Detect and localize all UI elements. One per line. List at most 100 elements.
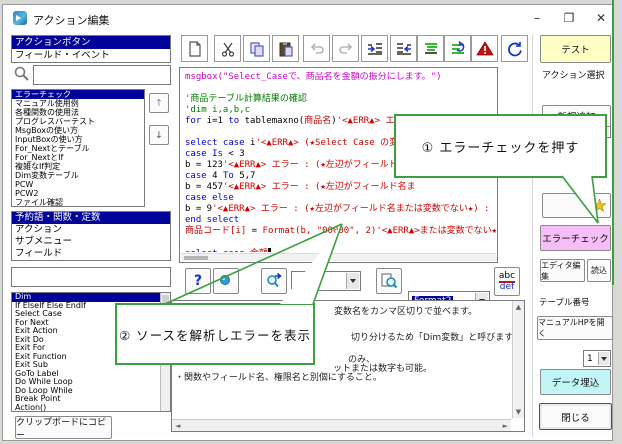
help-v-scrollbar[interactable]: ▲ ▼: [512, 301, 524, 418]
app-window: アクション編集 – ❐ ✕ アクションボタンフィールド・イベント エラーチェック…: [2, 4, 613, 441]
list-item[interactable]: Dim変数テーブル: [12, 171, 144, 180]
editor-h-scrollbar[interactable]: [181, 253, 496, 261]
cut-icon: [220, 41, 236, 57]
minimize-button[interactable]: –: [524, 9, 550, 27]
list-item[interactable]: 各種関数の使用法: [12, 108, 144, 117]
screenshot-stage: アクション編集 – ❐ ✕ アクションボタンフィールド・イベント エラーチェック…: [0, 0, 622, 444]
run-dot-icon: [219, 274, 233, 288]
callout-2: ② ソースを解析しエラーを表示: [115, 303, 315, 365]
list-item[interactable]: Action(): [12, 404, 170, 413]
new-file-button[interactable]: [181, 35, 208, 62]
sample-list[interactable]: エラーチェックマニュアル使用例各種関数の使用法プログレスバーテストMsgBoxの…: [11, 89, 145, 207]
format-source-button[interactable]: [417, 35, 444, 62]
search-input[interactable]: [33, 65, 171, 85]
list-item[interactable]: MsgBoxの使い方: [12, 126, 144, 135]
paste-button[interactable]: [272, 35, 299, 62]
list-item[interactable]: フィールド・イベント: [12, 49, 170, 62]
window-title: アクション編集: [33, 12, 109, 28]
copy-icon: [249, 41, 265, 57]
list-item[interactable]: エラーチェック: [12, 90, 144, 99]
help-h-scrollbar[interactable]: ◄ ►: [172, 419, 511, 431]
error-check-icon: [476, 41, 494, 57]
list-item[interactable]: For_Nextとテーブル: [12, 144, 144, 153]
undo-button[interactable]: [303, 35, 330, 62]
app-icon: [13, 11, 27, 25]
copy-to-clipboard-button[interactable]: クリップボードにコピー: [15, 416, 112, 439]
indent-left-icon: [396, 41, 412, 57]
help-line: 変数名をカンマ区切りで並べます。: [334, 304, 477, 317]
action-type-list[interactable]: アクションボタンフィールド・イベント: [11, 35, 171, 63]
list-item[interactable]: プログレスバーテスト: [12, 117, 144, 126]
def-label: def: [500, 283, 514, 292]
search-word-combo[interactable]: [291, 271, 361, 291]
scroll-right-icon[interactable]: ►: [503, 422, 508, 430]
list-item[interactable]: マニュアル使用例: [12, 99, 144, 108]
help-line: ・関数やフィールド名、権限名と別個にすること。: [175, 370, 382, 383]
paste-icon: [278, 41, 294, 57]
combo-arrow-icon[interactable]: [346, 273, 359, 289]
redo-icon: [338, 41, 354, 57]
maximize-button[interactable]: ❐: [556, 9, 582, 27]
action-select-label: アクション選択: [542, 68, 605, 81]
list-item[interactable]: アクション: [12, 224, 170, 236]
list-item[interactable]: InputBoxの使い方: [12, 135, 144, 144]
move-down-button[interactable]: ↓: [149, 125, 169, 145]
title-bar: アクション編集 – ❐ ✕: [3, 5, 612, 31]
refresh-button[interactable]: [501, 35, 528, 62]
callout-1: ① エラーチェックを押す: [394, 114, 607, 178]
list-item[interactable]: 予約語・関数・定数: [12, 212, 170, 224]
help-button[interactable]: ?: [185, 268, 211, 294]
indent-left-button[interactable]: [390, 35, 417, 62]
close-window-button[interactable]: ✕: [588, 9, 614, 27]
run-button[interactable]: [213, 268, 239, 294]
settings-button[interactable]: [542, 193, 611, 218]
load-button[interactable]: 読込: [587, 259, 611, 282]
list-item[interactable]: アクションボタン: [12, 36, 170, 49]
indent-right-button[interactable]: [361, 35, 388, 62]
doc-search-icon: [380, 272, 398, 290]
search-jump-button[interactable]: [261, 268, 287, 294]
test-button[interactable]: テスト: [540, 35, 611, 63]
indent-right-icon: [367, 41, 383, 57]
close-button[interactable]: 閉じる: [539, 403, 612, 430]
format-source-icon: [423, 41, 439, 57]
search-icon: [13, 65, 31, 83]
refresh-icon: [507, 41, 523, 57]
combo-arrow-icon[interactable]: [598, 352, 609, 365]
list-item[interactable]: フィールド: [12, 248, 170, 260]
reformat-source-icon: [450, 41, 466, 57]
manual-hp-button[interactable]: マニュアルHPを開く: [537, 316, 613, 340]
list-item[interactable]: PCW2: [12, 189, 144, 198]
list-item[interactable]: PCW: [12, 180, 144, 189]
error-check-button[interactable]: エラーチェック: [540, 225, 611, 251]
copy-button[interactable]: [243, 35, 270, 62]
error-check-toolbar-button[interactable]: [471, 35, 498, 62]
category-list[interactable]: 予約語・関数・定数アクションサブメニューフィールド: [11, 211, 171, 261]
list-item[interactable]: 複雑なIf判定: [12, 162, 144, 171]
reformat-source-button[interactable]: [444, 35, 471, 62]
table-number-label: テーブル番号: [539, 296, 590, 308]
table-number-value: 1: [587, 354, 593, 364]
help-line: 切り分けるため「Dim変数」と呼びます。: [351, 330, 521, 343]
doc-search-button[interactable]: [376, 268, 402, 294]
undo-icon: [309, 41, 325, 57]
panel-divider: [532, 35, 533, 437]
table-number-combo[interactable]: 1: [583, 350, 611, 367]
list-item[interactable]: ファイル確認: [12, 198, 144, 207]
move-up-button[interactable]: ↑: [149, 93, 169, 113]
abc-def-convert-button[interactable]: abc def: [494, 267, 520, 296]
scroll-down-icon[interactable]: ▼: [513, 408, 524, 416]
redo-button[interactable]: [332, 35, 359, 62]
scroll-up-icon[interactable]: ▲: [513, 303, 524, 311]
list-item[interactable]: For_NextとIf: [12, 153, 144, 162]
cropped-callout-edge: [612, 0, 614, 285]
abc-label: abc: [499, 272, 515, 283]
list-item[interactable]: サブメニュー: [12, 236, 170, 248]
cut-button[interactable]: [214, 35, 241, 62]
editor-edit-button[interactable]: エディタ編集: [540, 259, 585, 282]
new-file-icon: [187, 41, 203, 57]
data-embed-button[interactable]: データ埋込: [540, 369, 611, 395]
filter-input[interactable]: [11, 267, 171, 287]
scroll-left-icon[interactable]: ◄: [175, 422, 180, 430]
search-jump-icon: [265, 272, 283, 290]
